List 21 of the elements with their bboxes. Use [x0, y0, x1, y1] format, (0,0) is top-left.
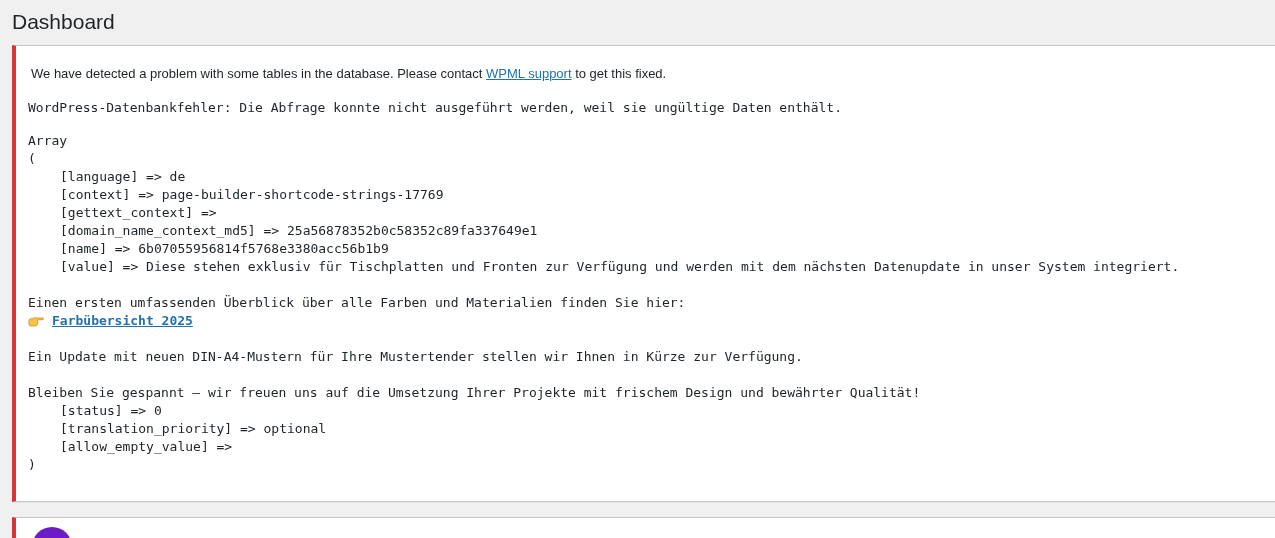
pointing-hand-icon — [28, 315, 44, 327]
dump-entry: [value] => Diese stehen exklusiv für Tischplatten und Fronten zur Verfügung und werden mit dem nächsten Datenupdate in unser System integriert. — [59, 258, 1181, 276]
dump-entry: [name] => 6b07055956814f5768e3380acc56b1b9 — [59, 240, 390, 258]
overview-link[interactable]: Farbübersicht 2025 — [52, 312, 193, 330]
dump-entry: [translation_priority] => optional — [59, 420, 328, 438]
dump-entry: [context] => page-builder-shortcode-strings-17769 — [59, 186, 445, 204]
page-title: Dashboard — [12, 9, 116, 35]
dump-line: Ein Update mit neuen DIN-A4-Mustern für Ihre Mustertender stellen wir Ihnen in Kürze zur Verfügung. — [28, 348, 804, 366]
dump-line: ( — [28, 150, 37, 168]
dump-line: Einen ersten umfassenden Überblick über alle Farben und Materialien finden Sie hier: — [28, 294, 687, 312]
notice-message: We have detected a problem with some tables in the database. Please contact WPML support to get this fixed. — [31, 65, 668, 83]
dump-entry: [gettext_context] => — [59, 204, 218, 222]
dump-line: Bleiben Sie gespannt – wir freuen uns auf die Umsetzung Ihrer Projekte mit frischem Design und bewährter Qualität! — [28, 384, 922, 402]
dump-entry: [status] => 0 — [59, 402, 163, 420]
dump-line: ) — [28, 456, 37, 474]
dump-entry: [domain_name_context_md5] => 25a56878352b0c58352c89fa337649e1 — [59, 222, 539, 240]
dump-line: Array — [28, 132, 69, 150]
dump-entry: [language] => de — [59, 168, 187, 186]
support-link[interactable]: WPML support — [486, 66, 572, 81]
error-text: WordPress-Datenbankfehler: Die Abfrage konnte nicht ausgeführt werden, weil sie ungültige Daten enthält. — [28, 99, 843, 117]
dump-entry: [allow_empty_value] => — [59, 438, 234, 456]
